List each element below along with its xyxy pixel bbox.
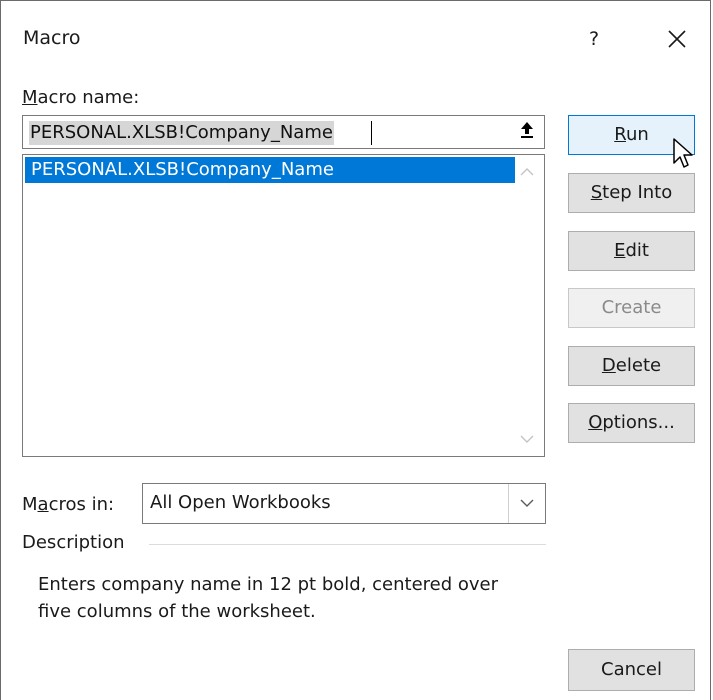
collapse-button[interactable]	[512, 119, 542, 145]
macro-name-value: PERSONAL.XLSB!Company_Name	[29, 121, 334, 145]
macros-in-label: Macros in:	[22, 494, 115, 515]
scroll-up-icon[interactable]	[520, 167, 534, 177]
macros-in-select[interactable]: All Open Workbooks	[142, 483, 546, 524]
chevron-down-icon	[520, 499, 534, 507]
dialog-title: Macro	[23, 27, 81, 49]
delete-button[interactable]: Delete	[568, 346, 695, 386]
up-arrow-icon	[521, 122, 533, 138]
help-button[interactable]: ?	[579, 23, 609, 55]
text-caret	[371, 121, 372, 145]
list-item[interactable]: PERSONAL.XLSB!Company_Name	[25, 157, 515, 183]
step-into-button[interactable]: Step Into	[568, 173, 695, 213]
description-line-2: five columns of the worksheet.	[38, 601, 316, 622]
close-icon	[668, 30, 686, 48]
description-text: Enters company name in 12 pt bold, cente…	[38, 571, 548, 625]
scroll-down-icon[interactable]	[520, 434, 534, 444]
description-line-1: Enters company name in 12 pt bold, cente…	[38, 574, 499, 595]
macro-list[interactable]: PERSONAL.XLSB!Company_Name	[22, 154, 545, 457]
mouse-pointer-icon	[673, 138, 693, 168]
edit-button[interactable]: Edit	[568, 231, 695, 271]
dropdown-button[interactable]	[508, 484, 545, 523]
description-heading: Description	[22, 532, 125, 553]
create-button[interactable]: Create	[568, 288, 695, 328]
cancel-button[interactable]: Cancel	[568, 649, 695, 691]
options-button[interactable]: Options...	[568, 403, 695, 443]
close-button[interactable]	[657, 21, 697, 57]
macro-name-label: Macro name:	[22, 87, 140, 108]
description-divider	[149, 544, 546, 545]
macro-name-input[interactable]: PERSONAL.XLSB!Company_Name	[22, 115, 545, 149]
macros-in-value: All Open Workbooks	[150, 492, 331, 513]
macro-dialog: Macro ? Macro name: PERSONAL.XLSB!Compan…	[0, 0, 711, 700]
